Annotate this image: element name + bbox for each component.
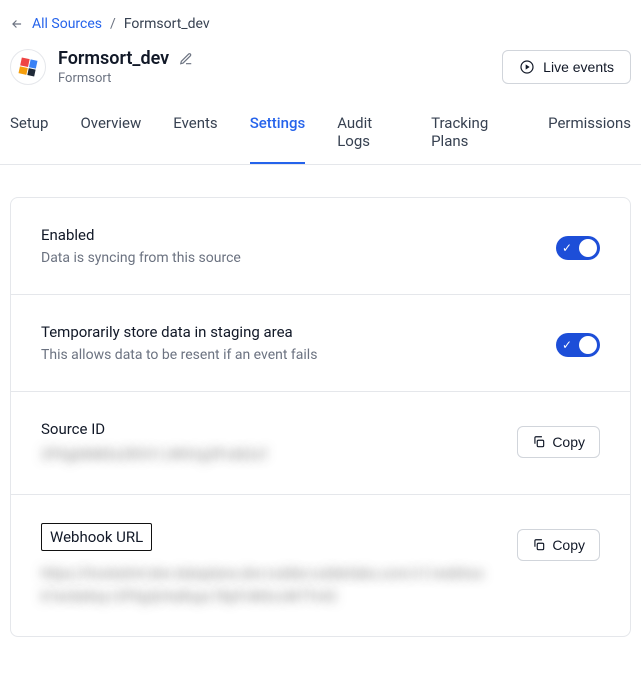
staging-title: Temporarily store data in staging area: [41, 323, 536, 341]
breadcrumb-separator: /: [110, 16, 116, 32]
check-icon: ✓: [562, 240, 572, 256]
source-id-value: 2PXgbNMDs2ROV1JWhVg3Pvd62cf: [41, 444, 497, 466]
staging-desc: This allows data to be resent if an even…: [41, 347, 536, 363]
breadcrumb-current: Formsort_dev: [124, 16, 210, 32]
back-arrow-icon[interactable]: [10, 17, 24, 31]
section-webhook-url: Webhook URL https://hostedmt-dev-datapla…: [11, 495, 630, 636]
tab-permissions[interactable]: Permissions: [548, 102, 631, 164]
play-circle-icon: [519, 59, 535, 75]
source-logo: [10, 49, 46, 85]
tab-settings[interactable]: Settings: [250, 102, 306, 164]
section-enabled: Enabled Data is syncing from this source…: [11, 198, 630, 295]
copy-label: Copy: [552, 434, 585, 450]
source-id-title: Source ID: [41, 420, 497, 438]
enabled-desc: Data is syncing from this source: [41, 250, 536, 266]
enabled-title: Enabled: [41, 226, 536, 244]
tab-setup[interactable]: Setup: [10, 102, 48, 164]
live-events-label: Live events: [543, 59, 614, 75]
copy-icon: [532, 538, 546, 552]
source-type-label: Formsort: [58, 71, 193, 86]
section-staging: Temporarily store data in staging area T…: [11, 295, 630, 392]
copy-webhook-button[interactable]: Copy: [517, 529, 600, 561]
live-events-button[interactable]: Live events: [502, 50, 631, 84]
tab-audit-logs[interactable]: Audit Logs: [337, 102, 399, 164]
copy-icon: [532, 435, 546, 449]
copy-source-id-button[interactable]: Copy: [517, 426, 600, 458]
tab-events[interactable]: Events: [173, 102, 217, 164]
webhook-url-value: https://hostedmt-dev-dataplane.dev-rudde…: [41, 563, 497, 608]
enabled-toggle[interactable]: ✓: [556, 236, 600, 260]
settings-panel: Enabled Data is syncing from this source…: [10, 197, 631, 637]
page-header: Formsort_dev Formsort Live events: [0, 40, 641, 102]
page-title: Formsort_dev: [58, 48, 169, 69]
check-icon: ✓: [562, 337, 572, 353]
tab-overview[interactable]: Overview: [80, 102, 141, 164]
tab-tracking-plans[interactable]: Tracking Plans: [431, 102, 516, 164]
breadcrumb: All Sources / Formsort_dev: [0, 0, 641, 40]
section-source-id: Source ID 2PXgbNMDs2ROV1JWhVg3Pvd62cf Co…: [11, 392, 630, 495]
staging-toggle[interactable]: ✓: [556, 333, 600, 357]
copy-label: Copy: [552, 537, 585, 553]
tab-bar: Setup Overview Events Settings Audit Log…: [0, 102, 641, 165]
edit-icon[interactable]: [179, 52, 193, 66]
webhook-url-title: Webhook URL: [41, 523, 152, 551]
breadcrumb-root-link[interactable]: All Sources: [32, 16, 102, 32]
